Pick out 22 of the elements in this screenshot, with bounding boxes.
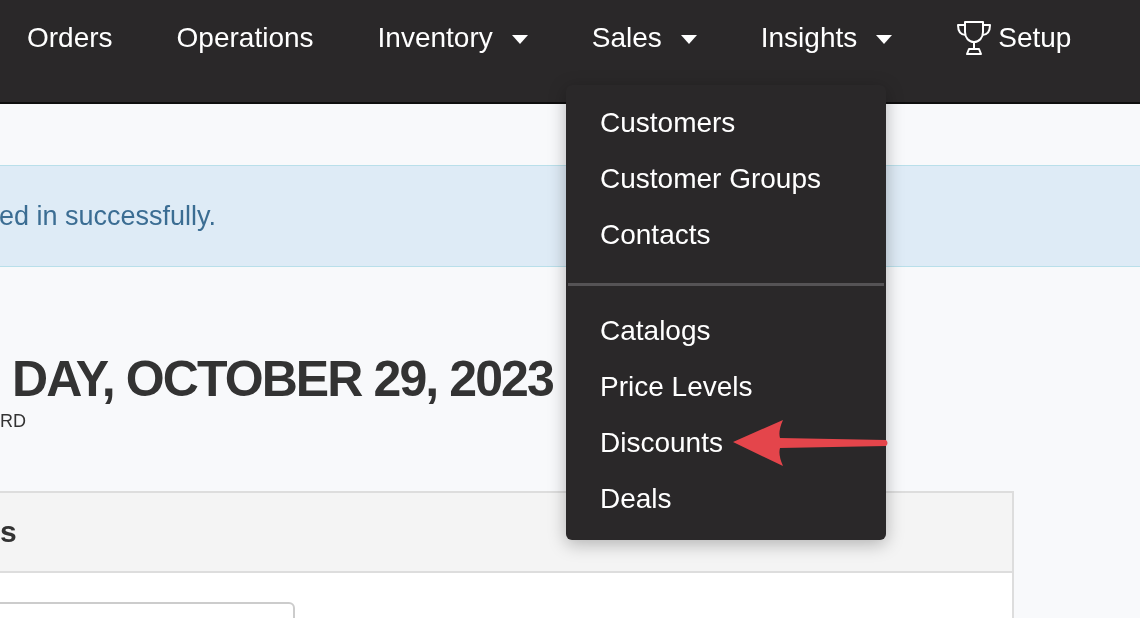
menu-item[interactable]: Catalogs xyxy=(566,303,886,359)
nav-item[interactable]: Setup xyxy=(956,19,1072,57)
panel-title: s xyxy=(0,515,17,549)
nav-dropdown[interactable]: Sales xyxy=(591,19,697,57)
page-title: DAY, OCTOBER 29, 2023 xyxy=(12,350,553,409)
menu-item[interactable]: Deals xyxy=(566,471,886,527)
caret-icon xyxy=(876,35,893,44)
caret-icon xyxy=(680,35,697,44)
alert-message: ed in successfully. xyxy=(0,200,217,232)
menu-item[interactable]: Customers xyxy=(566,95,886,151)
caret-icon xyxy=(511,35,528,44)
arrow-icon xyxy=(733,419,889,467)
menu-item[interactable]: Contacts xyxy=(566,207,886,263)
menu-item[interactable]: Discounts xyxy=(566,415,886,471)
nav-dropdown[interactable]: Inventory xyxy=(377,19,528,57)
page-subtitle: RD xyxy=(0,411,26,431)
nav-dropdown[interactable]: Insights xyxy=(760,19,893,57)
nav-item[interactable]: Orders xyxy=(27,19,113,57)
nav-item[interactable]: Operations xyxy=(176,19,314,57)
menu-item[interactable]: Price Levels xyxy=(566,359,886,415)
trophy-icon xyxy=(956,20,993,56)
menu-item[interactable]: Customer Groups xyxy=(566,151,886,207)
